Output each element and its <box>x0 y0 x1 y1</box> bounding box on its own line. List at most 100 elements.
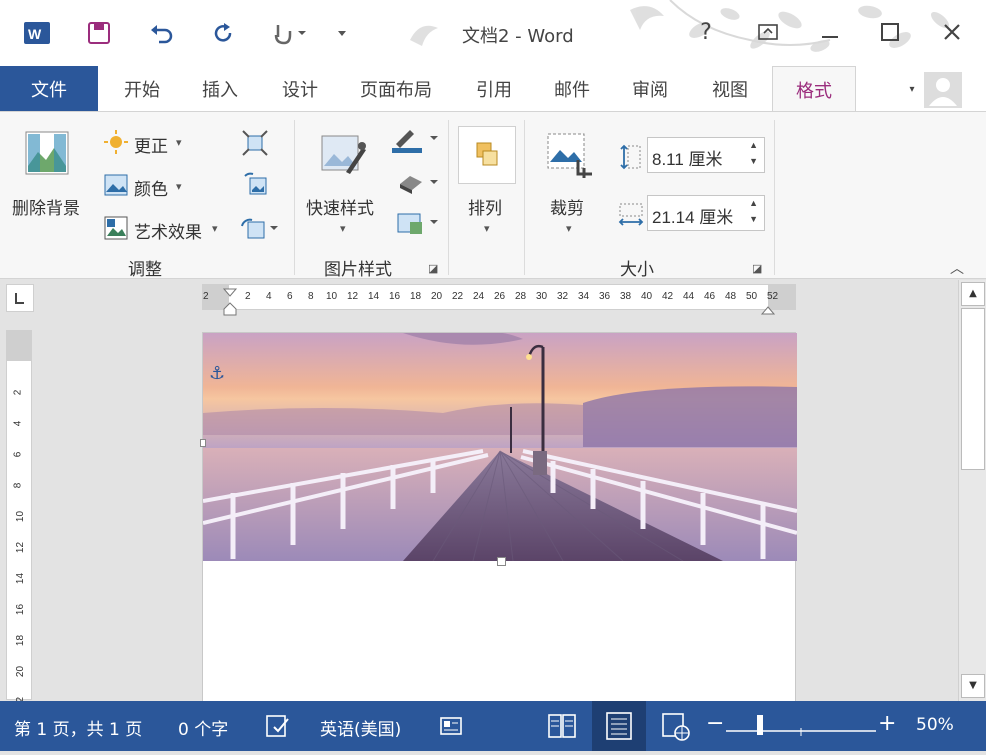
help-button[interactable]: ? <box>686 16 726 48</box>
ruler-tick-label: 18 <box>410 291 422 302</box>
crop-label[interactable]: 裁剪 <box>550 194 584 219</box>
ruler-tick-label: 50 <box>746 291 758 302</box>
proofing-icon[interactable] <box>266 715 290 741</box>
zoom-level[interactable]: 50% <box>916 715 954 735</box>
picture-layout-icon[interactable] <box>396 210 442 240</box>
page-count[interactable]: 第 1 页，共 1 页 <box>14 715 142 740</box>
scroll-thumb[interactable] <box>961 308 985 470</box>
scroll-up-button[interactable]: ▲ <box>961 282 985 306</box>
svg-text:W: W <box>28 26 42 42</box>
right-indent-marker[interactable] <box>760 301 776 320</box>
picture-styles-launcher-icon[interactable]: ◪ <box>428 262 438 275</box>
corrections-dropdown-icon[interactable]: ▾ <box>176 136 182 149</box>
width-up-icon[interactable]: ▲ <box>749 198 758 208</box>
tab-mailings[interactable]: 邮件 <box>536 66 608 112</box>
maximize-button[interactable] <box>870 16 910 48</box>
quick-styles-icon[interactable] <box>320 132 368 184</box>
arrange-label[interactable]: 排列 <box>468 194 502 219</box>
account-dropdown-icon[interactable]: ▾ <box>902 66 922 112</box>
arrange-dropdown-icon[interactable]: ▾ <box>484 222 490 235</box>
collapse-ribbon-icon[interactable]: ︿ <box>950 258 964 278</box>
minimize-button[interactable] <box>810 16 850 48</box>
picture-effects-icon[interactable] <box>396 172 442 198</box>
ruler-tick-label: 32 <box>557 291 569 302</box>
resize-handle-bottom[interactable] <box>497 557 506 566</box>
redo-icon[interactable] <box>208 18 238 48</box>
resize-handle-left[interactable] <box>200 439 206 447</box>
arrange-icon[interactable] <box>458 126 516 184</box>
tab-design[interactable]: 设计 <box>264 66 336 112</box>
change-picture-icon[interactable] <box>242 172 268 202</box>
scroll-down-button[interactable]: ▼ <box>961 674 985 698</box>
close-button[interactable] <box>932 16 972 48</box>
touch-mode-icon[interactable] <box>268 18 308 48</box>
group-separator <box>524 120 525 275</box>
undo-icon[interactable] <box>146 18 176 48</box>
remove-background-icon[interactable] <box>24 130 70 176</box>
corrections-label[interactable]: 更正 <box>134 132 168 157</box>
color-label[interactable]: 颜色 <box>134 175 168 200</box>
pier-sunset-image[interactable]: ⚓ <box>203 333 797 561</box>
tab-review[interactable]: 审阅 <box>614 66 686 112</box>
vertical-scrollbar[interactable]: ▲ ▼ <box>958 280 986 701</box>
shape-width-field[interactable]: 21.14 厘米 ▲ ▼ <box>647 195 765 231</box>
print-layout-icon[interactable] <box>592 701 646 751</box>
size-launcher-icon[interactable]: ◪ <box>752 262 762 275</box>
reset-picture-icon[interactable] <box>240 216 280 246</box>
tab-view[interactable]: 视图 <box>694 66 766 112</box>
artistic-effects-icon[interactable] <box>104 216 128 244</box>
artistic-effects-label[interactable]: 艺术效果 <box>134 218 202 243</box>
tab-selector[interactable] <box>6 284 34 312</box>
read-mode-icon[interactable] <box>548 713 578 743</box>
ruler-tick-label: 46 <box>704 291 716 302</box>
ribbon-format: 删除背景 更正 ▾ 颜色 ▾ 艺术效果 ▾ 调整 快速样式 ▾ 图片样式 ◪ 排… <box>0 111 986 280</box>
compress-pictures-icon[interactable] <box>242 130 268 160</box>
artistic-effects-dropdown-icon[interactable]: ▾ <box>212 222 218 235</box>
height-up-icon[interactable]: ▲ <box>749 140 758 150</box>
remove-background-label[interactable]: 删除背景 <box>12 194 80 219</box>
ruler-tick-label: 34 <box>578 291 590 302</box>
tab-format[interactable]: 格式 <box>772 66 856 113</box>
zoom-out-button[interactable]: − <box>706 711 724 736</box>
save-icon[interactable] <box>84 18 114 48</box>
document-page[interactable]: ⚓ <box>200 332 797 702</box>
color-icon[interactable] <box>104 174 128 200</box>
ruler-tick-label: 22 <box>452 291 464 302</box>
macro-recording-icon[interactable] <box>440 715 462 741</box>
color-dropdown-icon[interactable]: ▾ <box>176 180 182 193</box>
tab-page-layout[interactable]: 页面布局 <box>350 66 442 112</box>
language-indicator[interactable]: 英语(美国) <box>320 715 401 740</box>
customize-toolbar-icon[interactable] <box>332 18 352 48</box>
quick-styles-label[interactable]: 快速样式 <box>306 194 374 219</box>
zoom-in-button[interactable]: + <box>878 711 896 736</box>
zoom-slider[interactable] <box>726 723 876 736</box>
tab-home[interactable]: 开始 <box>106 66 178 112</box>
ruler-tick-label: 16 <box>15 603 27 616</box>
zoom-slider-thumb[interactable] <box>757 715 763 735</box>
ribbon-display-icon[interactable] <box>748 16 788 48</box>
word-count[interactable]: 0 个字 <box>178 715 228 740</box>
shape-width-value: 21.14 厘米 <box>652 208 734 227</box>
quick-styles-dropdown-icon[interactable]: ▾ <box>340 222 346 235</box>
ruler-tick-label: 16 <box>389 291 401 302</box>
user-avatar[interactable] <box>924 72 962 108</box>
ruler-tick-label: 30 <box>536 291 548 302</box>
first-line-indent-marker[interactable] <box>222 283 238 302</box>
ruler-tick-label: 2 <box>12 389 24 396</box>
left-indent-marker[interactable] <box>223 301 237 320</box>
tab-references[interactable]: 引用 <box>458 66 530 112</box>
shape-height-field[interactable]: 8.11 厘米 ▲ ▼ <box>647 137 765 173</box>
crop-dropdown-icon[interactable]: ▾ <box>566 222 572 235</box>
web-layout-icon[interactable] <box>662 713 692 745</box>
width-down-icon[interactable]: ▼ <box>749 214 758 224</box>
ribbon-tabs: 文件 开始 插入 设计 页面布局 引用 邮件 审阅 视图 格式 ▾ <box>0 66 986 113</box>
vertical-ruler[interactable]: 246810121416182022 <box>6 330 32 708</box>
crop-icon[interactable] <box>546 132 594 184</box>
tab-insert[interactable]: 插入 <box>184 66 256 112</box>
ruler-tick-label: 6 <box>287 291 293 302</box>
corrections-icon[interactable] <box>104 130 128 158</box>
height-down-icon[interactable]: ▼ <box>749 156 758 166</box>
picture-border-icon[interactable] <box>392 128 442 158</box>
horizontal-ruler[interactable]: 2 2 4 6 8 10 12 14 16 18 20 22 24 26 28 30 32 34 36 38 40 42 4… <box>202 283 796 316</box>
tab-file[interactable]: 文件 <box>0 66 98 112</box>
